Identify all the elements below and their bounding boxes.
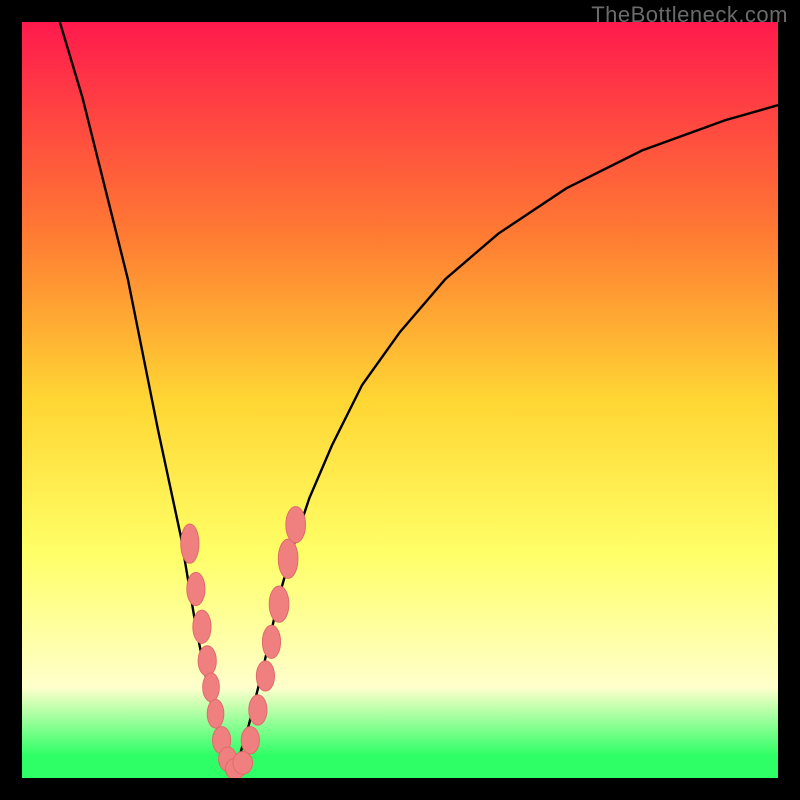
- data-marker: [286, 507, 306, 543]
- data-marker: [233, 752, 253, 775]
- bottleneck-chart: [22, 22, 778, 778]
- data-marker: [203, 673, 220, 702]
- data-marker: [241, 727, 259, 754]
- data-marker: [207, 699, 224, 728]
- data-marker: [198, 646, 216, 676]
- data-marker: [278, 539, 298, 578]
- data-marker: [269, 586, 289, 622]
- data-marker: [256, 661, 274, 691]
- data-marker: [187, 572, 205, 605]
- gradient-bg: [22, 22, 778, 778]
- chart-frame: [22, 22, 778, 778]
- data-marker: [249, 695, 267, 725]
- data-marker: [262, 625, 280, 658]
- data-marker: [181, 524, 199, 563]
- data-marker: [193, 610, 211, 643]
